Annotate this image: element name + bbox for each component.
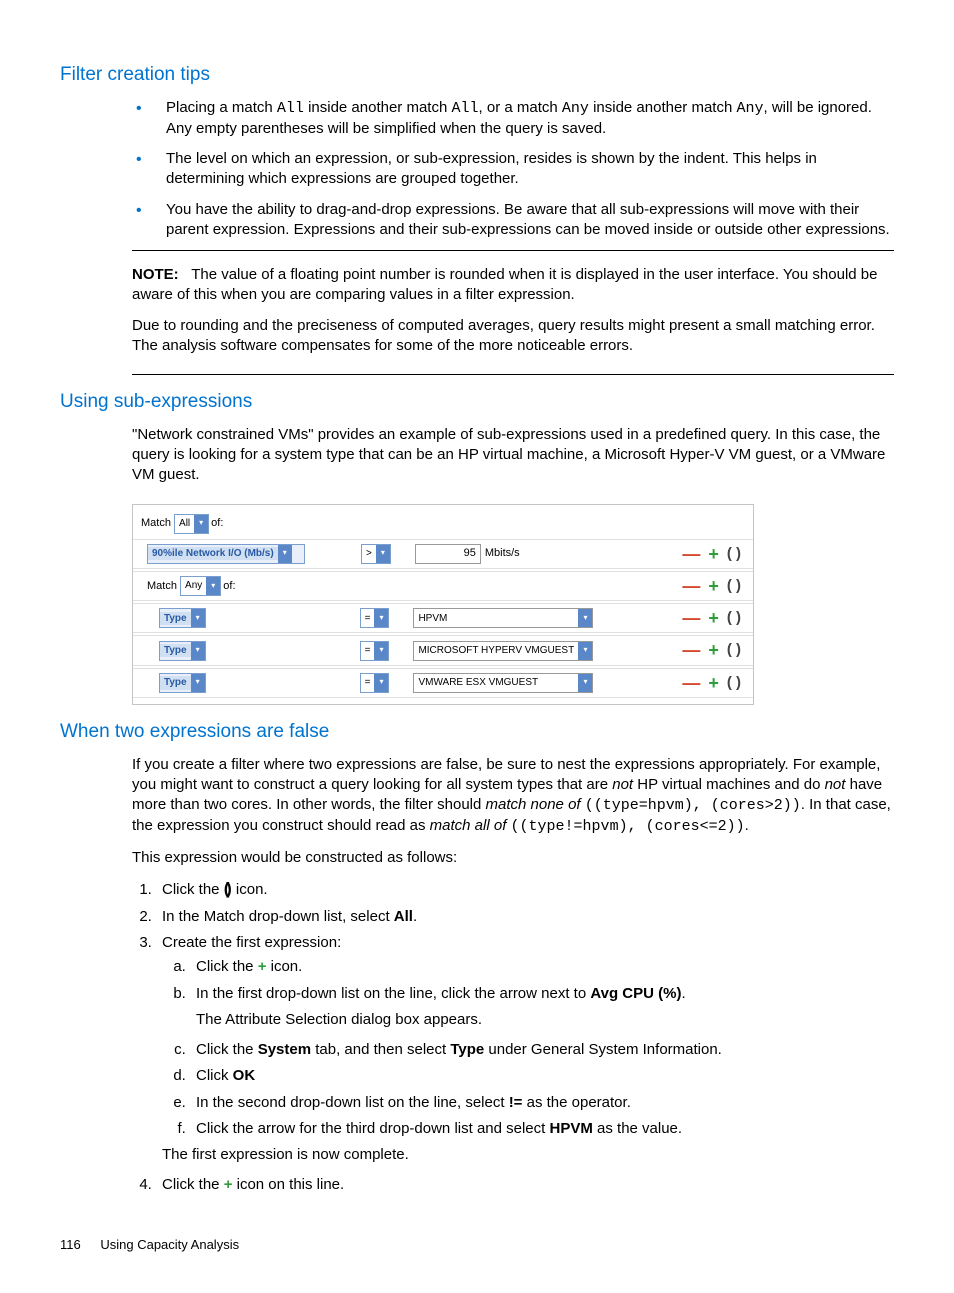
chevron-down-icon: ▾ — [578, 642, 592, 660]
substep-item: In the first drop-down list on the line,… — [190, 984, 894, 1031]
value-input[interactable]: 95 — [415, 544, 481, 564]
chevron-down-icon: ▾ — [278, 545, 292, 563]
chevron-down-icon: ▾ — [191, 609, 205, 627]
add-icon[interactable]: + — [708, 542, 719, 566]
two-false-intro: If you create a filter where two express… — [132, 755, 894, 838]
operator-dropdown[interactable]: >▾ — [361, 544, 391, 564]
operator-dropdown[interactable]: =▾ — [360, 641, 390, 661]
tip-item: The level on which an expression, or sub… — [132, 149, 894, 190]
value-dropdown[interactable]: VMWARE ESX VMGUEST▾ — [413, 673, 593, 693]
match-dropdown[interactable]: All▾ — [174, 514, 209, 534]
tip-item: Placing a match All inside another match… — [132, 98, 894, 140]
chevron-down-icon: ▾ — [206, 577, 220, 595]
operator-dropdown[interactable]: =▾ — [360, 673, 390, 693]
substep-item: In the second drop-down list on the line… — [190, 1093, 894, 1113]
substeps-list: Click the + icon. In the first drop-down… — [162, 957, 894, 1139]
step-item: Click the + icon on this line. — [156, 1175, 894, 1195]
paren-icon: ( ) — [224, 879, 232, 898]
remove-icon[interactable]: — — [682, 606, 700, 630]
tips-list: Placing a match All inside another match… — [132, 98, 894, 241]
chevron-down-icon: ▾ — [376, 545, 390, 563]
group-icon[interactable]: ( ) — [727, 544, 741, 564]
chevron-down-icon: ▾ — [374, 609, 388, 627]
heading-subexpr: Using sub-expressions — [60, 389, 894, 415]
page-footer: 116 Using Capacity Analysis — [60, 1236, 894, 1254]
field-dropdown[interactable]: Type▾ — [159, 673, 206, 693]
group-icon[interactable]: ( ) — [727, 576, 741, 596]
chevron-down-icon: ▾ — [194, 515, 208, 533]
footer-title: Using Capacity Analysis — [100, 1237, 239, 1252]
note-label: NOTE: — [132, 266, 179, 283]
field-dropdown[interactable]: Type▾ — [159, 641, 206, 661]
group-icon[interactable]: ( ) — [727, 673, 741, 693]
substep-item: Click the System tab, and then select Ty… — [190, 1040, 894, 1060]
substep-item: Click the + icon. — [190, 957, 894, 977]
chevron-down-icon: ▾ — [578, 674, 592, 692]
chevron-down-icon: ▾ — [578, 609, 592, 627]
steps-list: Click the ( ) icon. In the Match drop-do… — [132, 878, 894, 1196]
subexpr-intro: "Network constrained VMs" provides an ex… — [132, 425, 894, 486]
add-icon[interactable]: + — [708, 671, 719, 695]
value-dropdown[interactable]: HPVM▾ — [413, 608, 593, 628]
constructed-as: This expression would be constructed as … — [132, 848, 894, 868]
add-icon[interactable]: + — [708, 574, 719, 598]
value-dropdown[interactable]: MICROSOFT HYPERV VMGUEST▾ — [413, 641, 593, 661]
remove-icon[interactable]: — — [682, 638, 700, 662]
chevron-down-icon: ▾ — [191, 674, 205, 692]
field-dropdown[interactable]: 90%ile Network I/O (Mb/s)▾ — [147, 544, 305, 564]
filter-builder-screenshot: Match All▾ of: 90%ile Network I/O (Mb/s)… — [132, 504, 754, 705]
step-item: Click the ( ) icon. — [156, 878, 894, 901]
tip-item: You have the ability to drag-and-drop ex… — [132, 200, 894, 241]
page-number: 116 — [60, 1236, 81, 1254]
step-item: In the Match drop-down list, select All. — [156, 907, 894, 927]
field-dropdown[interactable]: Type▾ — [159, 608, 206, 628]
heading-filter-tips: Filter creation tips — [60, 62, 894, 88]
add-icon[interactable]: + — [708, 638, 719, 662]
heading-two-false: When two expressions are false — [60, 719, 894, 745]
chevron-down-icon: ▾ — [374, 642, 388, 660]
chevron-down-icon: ▾ — [191, 642, 205, 660]
remove-icon[interactable]: — — [682, 542, 700, 566]
group-icon[interactable]: ( ) — [727, 640, 741, 660]
note-box: NOTE: The value of a floating point numb… — [132, 250, 894, 375]
chevron-down-icon: ▾ — [374, 674, 388, 692]
step-item: Create the first expression: Click the +… — [156, 933, 894, 1165]
remove-icon[interactable]: — — [682, 574, 700, 598]
match-dropdown[interactable]: Any▾ — [180, 576, 221, 596]
substep-item: Click OK — [190, 1066, 894, 1086]
group-icon[interactable]: ( ) — [727, 608, 741, 628]
remove-icon[interactable]: — — [682, 671, 700, 695]
operator-dropdown[interactable]: =▾ — [360, 608, 390, 628]
substep-item: Click the arrow for the third drop-down … — [190, 1119, 894, 1139]
add-icon[interactable]: + — [708, 606, 719, 630]
